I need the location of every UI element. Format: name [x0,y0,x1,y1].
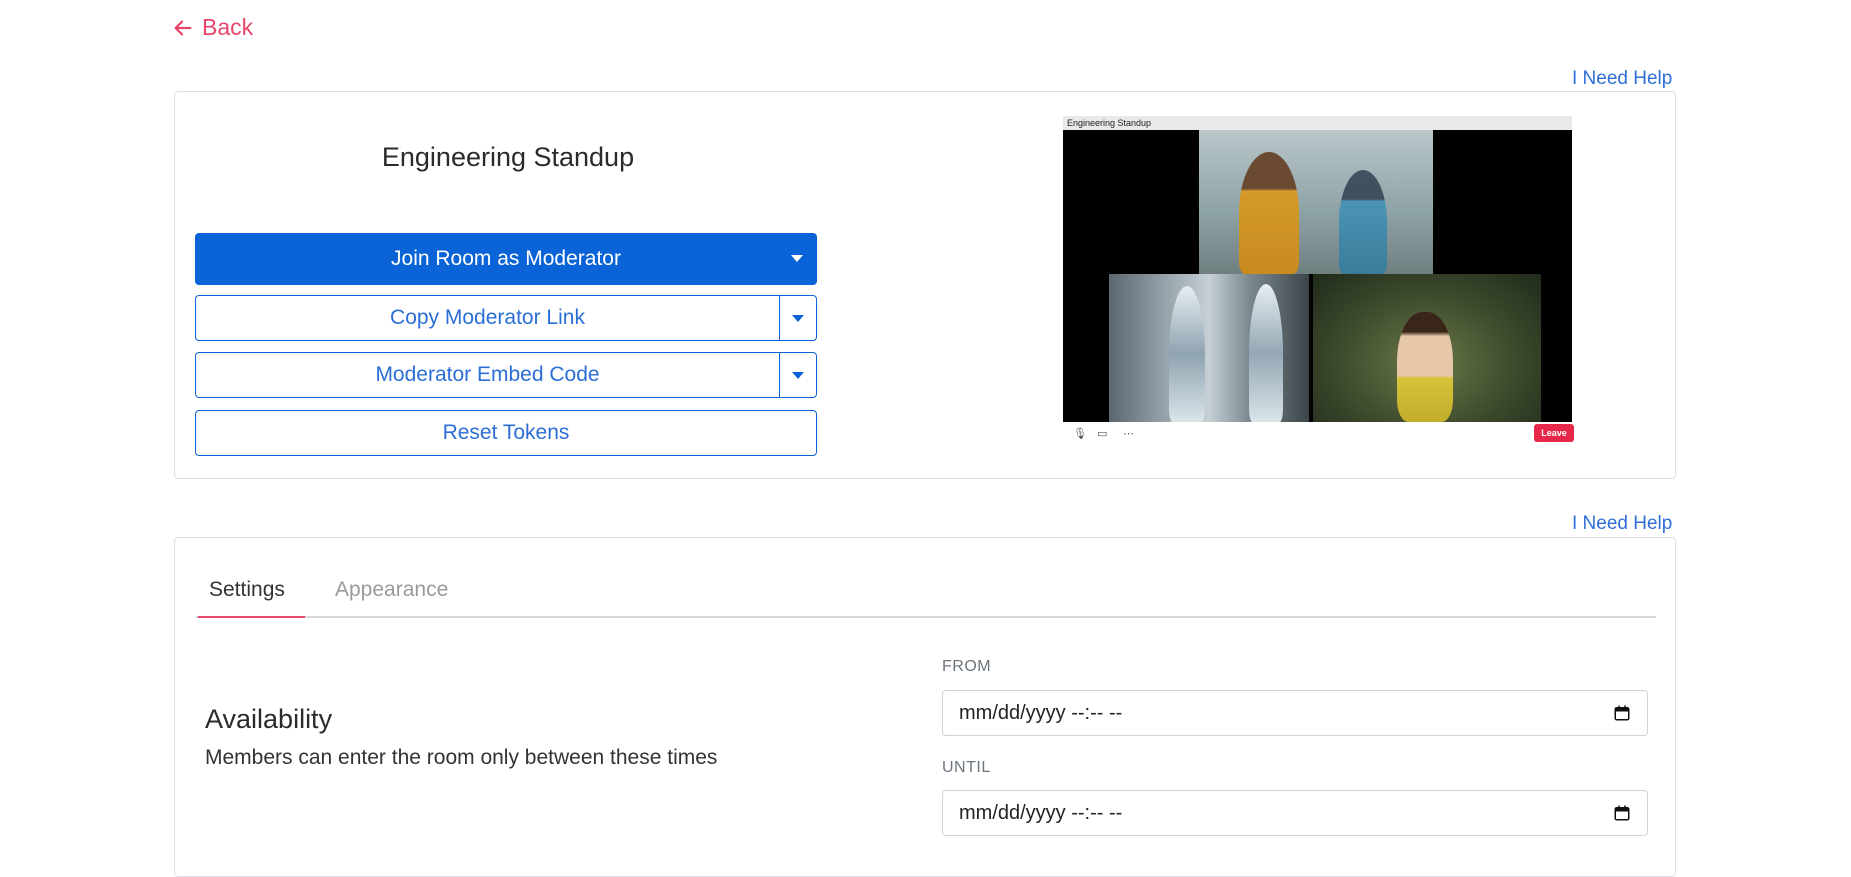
embed-code-dropdown-toggle[interactable] [779,353,816,397]
room-title: Engineering Standup [381,142,635,172]
tab-settings[interactable]: Settings [209,578,285,602]
back-link[interactable]: Back [172,14,253,41]
participant-video-2 [1109,274,1309,422]
arrow-left-icon [174,19,192,36]
copy-moderator-link-button[interactable]: Copy Moderator Link [195,295,817,341]
from-value: mm/dd/yyyy --:-- -- [959,701,1123,724]
help-link-top[interactable]: I Need Help [1572,68,1672,90]
camera-icon: ▭ [1097,428,1108,440]
participant-video-3 [1313,274,1541,422]
reset-tokens-button[interactable]: Reset Tokens [195,410,817,456]
leave-button: Leave [1534,424,1574,442]
participant-video-main [1199,130,1433,274]
availability-description: Members can enter the room only between … [205,746,718,769]
room-preview: Engineering Standup 🎙 ▭ ⋯ Leave [1063,116,1574,446]
copy-link-label: Copy Moderator Link [390,306,585,329]
preview-toolbar: 🎙 ▭ ⋯ Leave [1063,422,1574,446]
chevron-down-icon [792,314,804,322]
chevron-down-icon [792,371,804,379]
until-value: mm/dd/yyyy --:-- -- [959,801,1123,824]
settings-tabs: Settings Appearance [196,566,1656,618]
back-label: Back [202,14,254,40]
calendar-icon[interactable] [1613,704,1631,722]
preview-header: Engineering Standup [1063,116,1572,130]
join-room-moderator-button[interactable]: Join Room as Moderator [195,233,817,285]
preview-video-stage [1063,130,1572,422]
until-datetime-input[interactable]: mm/dd/yyyy --:-- -- [942,790,1648,836]
copy-link-dropdown-toggle[interactable] [779,296,816,340]
reset-tokens-label: Reset Tokens [442,421,570,444]
calendar-icon[interactable] [1613,804,1631,822]
availability-title: Availability [205,704,333,734]
from-datetime-input[interactable]: mm/dd/yyyy --:-- -- [942,690,1648,736]
help-link-bottom[interactable]: I Need Help [1572,513,1672,535]
chevron-down-icon[interactable] [791,255,803,262]
join-room-label: Join Room as Moderator [391,247,621,270]
from-label: FROM [942,658,992,675]
embed-code-label: Moderator Embed Code [375,363,600,386]
until-label: UNTIL [942,759,991,776]
tab-appearance[interactable]: Appearance [335,578,448,602]
more-icon: ⋯ [1123,428,1134,440]
mic-off-icon: 🎙 [1073,428,1087,440]
active-tab-indicator [198,616,305,618]
moderator-embed-code-button[interactable]: Moderator Embed Code [195,352,817,398]
